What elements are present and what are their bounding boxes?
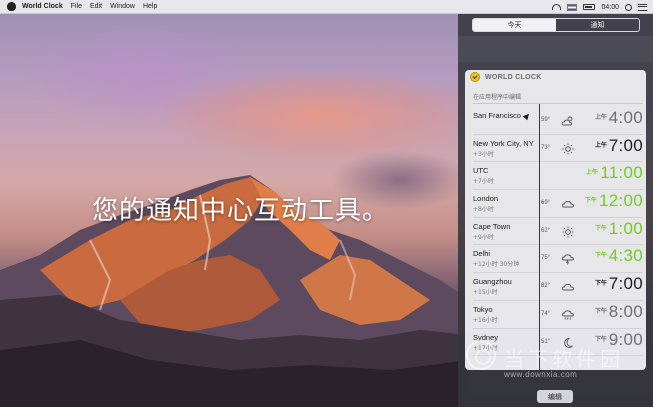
clock-city-label: San Francisco — [473, 111, 521, 120]
clock-time: 12:00 — [598, 191, 643, 211]
clock-city-label: Cape Town — [473, 221, 511, 231]
clock-time-offset: +7小时 — [473, 178, 494, 186]
widget-title: WORLD CLOCK — [485, 73, 542, 81]
clock-row: Guangzhou +15小时 82° 下午 7:00 — [473, 273, 643, 301]
clock-city-label: Tokyo — [473, 304, 493, 314]
clock-city-name: Delhi — [473, 249, 490, 258]
menu-bar: World Clock File Edit Window Help 04:00 — [0, 0, 653, 14]
widget-header: WORLD CLOCK — [465, 70, 646, 84]
notification-center-tabs: 今天 通知 — [472, 18, 640, 32]
tab-notifications[interactable]: 通知 — [556, 19, 639, 31]
clock-city-name: New York City, NY — [473, 139, 534, 148]
apple-icon[interactable] — [7, 2, 16, 11]
clock-row: Tokyo +16小时 74° 下午 8:00 — [473, 301, 643, 329]
clock-ampm: 下午 — [595, 307, 608, 315]
clock-city-name: Guangzhou — [473, 277, 512, 286]
widget-divider — [473, 103, 643, 104]
location-arrow-icon — [522, 111, 532, 121]
clock-time: 1:00 — [608, 218, 643, 238]
tab-today[interactable]: 今天 — [473, 19, 556, 31]
cloud-icon — [561, 280, 575, 292]
watermark: 当下软件园 www.downxia.com — [466, 340, 651, 390]
promo-caption: 您的通知中心互动工具。 — [92, 196, 390, 226]
clock-row: Delhi +12小时 30分钟 75° 下午 4:30 — [473, 245, 643, 274]
clock-ampm: 下午 — [595, 252, 608, 260]
clock-ampm: 上午 — [595, 141, 608, 149]
clock-time-offset: +9小时 — [473, 233, 494, 241]
clock-city-name: UTC — [473, 166, 488, 175]
watermark-name: 当下软件园 — [504, 347, 624, 371]
clock-row: Cape Town +9小时 62° 下午 1:00 — [473, 218, 643, 246]
clock-row: London +8小时 69° 下午 12:00 — [473, 190, 643, 218]
clock-time-offset: +15小时 — [473, 289, 498, 297]
clock-time-offset: +8小时 — [473, 206, 494, 214]
edit-in-app-link[interactable]: 在应用程序中编辑 — [473, 92, 521, 101]
clock-city-label: Guangzhou — [473, 277, 512, 287]
clock-temperature: 75° — [541, 255, 551, 262]
clock-row: UTC +7小时 上午 11:00 — [473, 162, 643, 191]
clock-ampm: 下午 — [595, 224, 608, 232]
wallpaper-cloud — [160, 70, 480, 160]
clock-time: 8:00 — [608, 301, 643, 321]
clock-temperature: 82° — [541, 283, 551, 290]
menu-bar-clock[interactable]: 04:00 — [601, 4, 619, 11]
thunderstorm-icon — [561, 252, 575, 266]
sun-icon — [561, 225, 575, 238]
spotlight-search-icon[interactable] — [625, 3, 632, 11]
clock-ampm: 下午 — [595, 280, 608, 288]
clock-list: San Francisco 59° 上午 4:00 New York City, NY +… — [473, 107, 643, 357]
notification-center-icon[interactable] — [638, 3, 647, 11]
clock-time-offset: +3小时 — [473, 150, 494, 158]
clock-row: New York City, NY +3小时 73° 上午 7:00 — [473, 135, 643, 163]
clock-city-label: UTC — [473, 166, 489, 176]
clock-time: 11:00 — [600, 163, 643, 183]
edit-widgets-button[interactable]: 编辑 — [537, 390, 573, 403]
sun-icon — [561, 142, 575, 155]
clock-city-name: London — [473, 194, 498, 203]
menu-app-name[interactable]: World Clock — [22, 3, 63, 10]
clock-temperature: 73° — [541, 144, 551, 151]
clock-city-label: Delhi — [473, 249, 491, 259]
clock-temperature: 74° — [541, 310, 551, 317]
clock-city-name: Cape Town — [473, 222, 510, 231]
clock-city-name: Tokyo — [473, 305, 493, 314]
clock-city-label: London — [473, 194, 499, 204]
clock-time: 7:00 — [608, 135, 643, 155]
partly-cloudy-icon — [561, 114, 575, 126]
clock-time: 4:30 — [608, 246, 643, 266]
rain-icon — [561, 308, 575, 320]
menu-edit[interactable]: Edit — [90, 3, 102, 10]
battery-icon[interactable] — [583, 4, 596, 10]
menu-window[interactable]: Window — [110, 3, 135, 10]
watermark-url: www.downxia.com — [504, 370, 578, 379]
clock-temperature: 62° — [541, 227, 551, 234]
wifi-icon[interactable] — [552, 4, 562, 10]
clock-time-offset: +12小时 30分钟 — [473, 261, 520, 269]
menu-file[interactable]: File — [71, 3, 82, 10]
input-source-flag-icon[interactable] — [567, 3, 578, 11]
world-clock-widget: WORLD CLOCK 在应用程序中编辑 San Francisco 59° 上午 4… — [465, 70, 646, 370]
current-time-indicator-line — [539, 104, 540, 370]
world-clock-app-icon — [470, 72, 480, 82]
clock-city-label: New York City, NY — [473, 138, 534, 148]
clock-ampm: 上午 — [595, 114, 608, 121]
clock-ampm: 下午 — [585, 197, 598, 205]
clock-temperature: 59° — [541, 117, 551, 123]
menu-help[interactable]: Help — [143, 3, 157, 10]
clock-ampm: 上午 — [586, 169, 599, 177]
menu-bar-status: 04:00 — [552, 0, 647, 14]
panel-header-strip — [458, 36, 653, 62]
cloud-icon — [561, 197, 575, 209]
watermark-logo-icon — [466, 340, 496, 370]
clock-time: 4:00 — [608, 108, 643, 127]
clock-time: 7:00 — [608, 274, 643, 294]
clock-city-name: San Francisco — [473, 111, 532, 121]
clock-temperature: 69° — [541, 200, 551, 207]
clock-time-offset: +16小时 — [473, 316, 498, 324]
clock-row: San Francisco 59° 上午 4:00 — [473, 107, 643, 135]
